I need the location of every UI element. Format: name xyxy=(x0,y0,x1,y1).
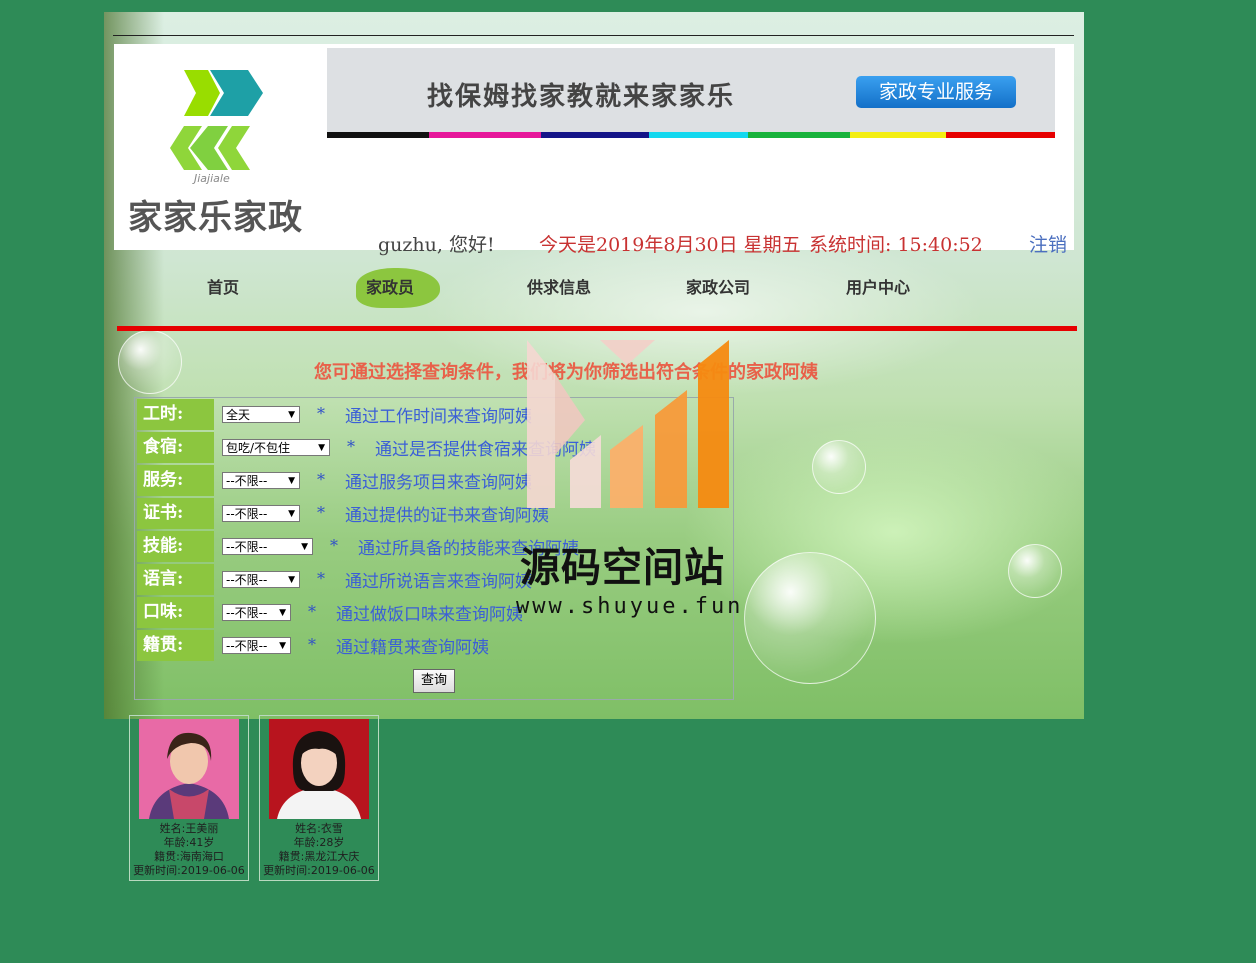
logout-link[interactable]: 注销 xyxy=(1029,230,1067,257)
hours-select[interactable]: 全天 ▼ xyxy=(222,406,300,423)
star-icon: * xyxy=(317,404,325,423)
worker-info: 姓名:王美丽 年龄:41岁 籍贯:海南海口 更新时间:2019-06-06 xyxy=(130,822,248,878)
star-icon: * xyxy=(308,635,316,654)
service-select[interactable]: --不限-- ▼ xyxy=(222,472,300,489)
watermark-title: 源码空间站 xyxy=(520,545,725,591)
filter-label: 语言: xyxy=(137,564,214,595)
star-icon: * xyxy=(317,503,325,522)
star-icon: * xyxy=(347,437,355,456)
worker-card[interactable]: 姓名:王美丽 年龄:41岁 籍贯:海南海口 更新时间:2019-06-06 xyxy=(129,715,249,881)
filter-label: 证书: xyxy=(137,498,214,529)
taste-select[interactable]: --不限-- ▼ xyxy=(222,604,291,621)
filter-hint: 通过工作时间来查询阿姨 xyxy=(345,407,532,427)
board-select[interactable]: 包吃/不包住 ▼ xyxy=(222,439,330,456)
worker-age: 年龄:41岁 xyxy=(163,836,215,849)
site-header: Jiajiale 家家乐家政 找保姆找家教就来家家乐 家政专业服务 guzhu,… xyxy=(114,44,1074,256)
filter-hint: 通过服务项目来查询阿姨 xyxy=(345,473,532,493)
decor-bubble xyxy=(812,440,866,494)
worker-photo xyxy=(139,719,239,819)
skill-select[interactable]: --不限-- ▼ xyxy=(222,538,313,555)
worker-updated: 更新时间:2019-06-06 xyxy=(133,864,245,877)
logo-subtitle: Jiajiale xyxy=(194,172,230,185)
star-icon: * xyxy=(308,602,316,621)
worker-updated: 更新时间:2019-06-06 xyxy=(263,864,375,877)
filter-hint: 通过籍贯来查询阿姨 xyxy=(336,638,489,658)
nav-underline xyxy=(117,326,1077,331)
star-icon: * xyxy=(317,470,325,489)
system-time: 系统时间: 15:40:52 xyxy=(809,234,983,256)
worker-origin: 籍贯:黑龙江大庆 xyxy=(278,850,360,863)
worker-name: 姓名:衣雪 xyxy=(295,822,343,835)
worker-name: 姓名:王美丽 xyxy=(159,822,219,835)
filter-label: 工时: xyxy=(137,399,214,430)
nav-supply-demand[interactable]: 供求信息 xyxy=(527,274,591,298)
filter-hint: 通过做饭口味来查询阿姨 xyxy=(336,605,523,625)
query-button[interactable]: 查询 xyxy=(413,669,455,693)
ad-banner[interactable]: 找保姆找家教就来家家乐 家政专业服务 xyxy=(327,48,1055,138)
origin-select[interactable]: --不限-- ▼ xyxy=(222,637,291,654)
logo[interactable]: Jiajiale 家家乐家政 xyxy=(114,44,319,250)
top-divider xyxy=(113,35,1074,36)
worker-photo xyxy=(269,719,369,819)
star-icon: * xyxy=(317,569,325,588)
nav-home[interactable]: 首页 xyxy=(207,274,239,298)
filter-label: 技能: xyxy=(137,531,214,562)
banner-color-stripe xyxy=(327,132,1055,138)
certificate-select[interactable]: --不限-- ▼ xyxy=(222,505,300,522)
current-date: 今天是2019年8月30日 星期五 xyxy=(539,234,801,256)
filter-label: 口味: xyxy=(137,597,214,628)
decor-bubble xyxy=(1008,544,1062,598)
decor-bubble xyxy=(744,552,876,684)
logo-name: 家家乐家政 xyxy=(128,198,303,238)
star-icon: * xyxy=(330,536,338,555)
worker-origin: 籍贯:海南海口 xyxy=(154,850,224,863)
banner-service-button[interactable]: 家政专业服务 xyxy=(856,76,1016,108)
filter-row-origin: 籍贯: --不限-- ▼ * 通过籍贯来查询阿姨 xyxy=(137,630,737,661)
worker-card[interactable]: 姓名:衣雪 年龄:28岁 籍贯:黑龙江大庆 更新时间:2019-06-06 xyxy=(259,715,379,881)
worker-info: 姓名:衣雪 年龄:28岁 籍贯:黑龙江大庆 更新时间:2019-06-06 xyxy=(260,822,378,878)
watermark-url: www.shuyue.fun xyxy=(516,594,744,619)
language-select[interactable]: --不限-- ▼ xyxy=(222,571,300,588)
filter-hint: 通过所说语言来查询阿姨 xyxy=(345,572,532,592)
nav-companies[interactable]: 家政公司 xyxy=(686,274,750,298)
user-greeting: guzhu, 您好! xyxy=(378,234,495,256)
filter-label: 籍贯: xyxy=(137,630,214,661)
worker-age: 年龄:28岁 xyxy=(293,836,345,849)
filter-label: 服务: xyxy=(137,465,214,496)
filter-label: 食宿: xyxy=(137,432,214,463)
banner-slogan: 找保姆找家教就来家家乐 xyxy=(427,82,736,112)
nav-workers[interactable]: 家政员 xyxy=(366,274,414,298)
nav-user-center[interactable]: 用户中心 xyxy=(846,274,910,298)
decor-bubble xyxy=(118,330,182,394)
